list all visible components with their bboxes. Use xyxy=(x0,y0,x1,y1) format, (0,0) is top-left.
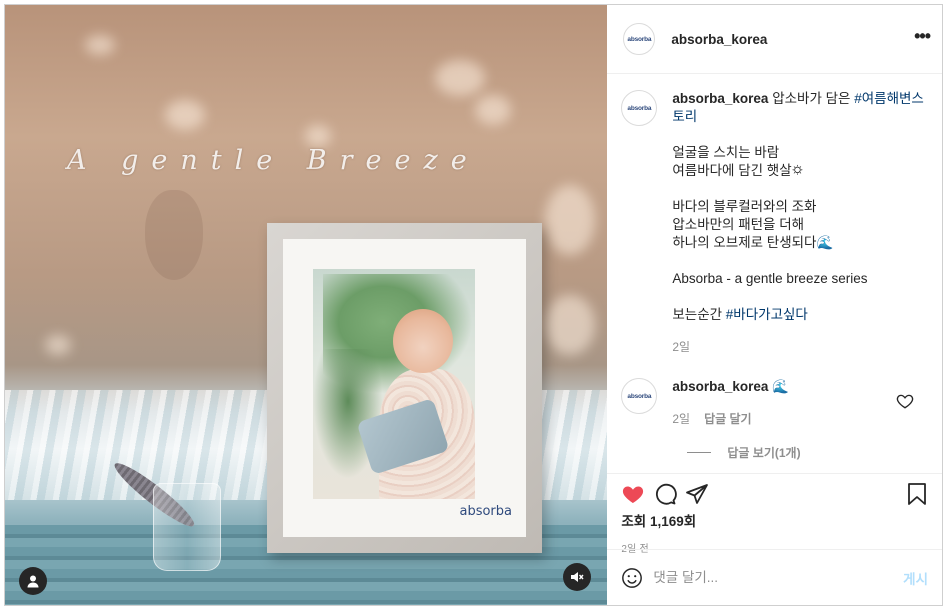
frame-mat: absorba xyxy=(283,239,526,537)
mute-icon xyxy=(571,572,584,582)
sand-highlight xyxy=(475,95,511,125)
caption-line: 보는순간 xyxy=(672,307,726,322)
caption-line: 얼굴을 스치는 바람 xyxy=(672,145,780,160)
photo-frame: absorba xyxy=(267,223,542,553)
view-replies-button[interactable]: 답글 보기(1개) xyxy=(687,444,928,461)
sand-highlight xyxy=(305,125,331,147)
footprint xyxy=(145,190,203,280)
emoji-icon[interactable] xyxy=(621,567,643,589)
heart-icon[interactable] xyxy=(621,482,645,506)
post-actions: 조회 1,169회 2일 전 xyxy=(607,473,942,555)
mute-button[interactable] xyxy=(563,563,591,591)
framed-photo xyxy=(313,269,475,499)
post-panel: absorba absorba_korea ••• absorba absorb… xyxy=(607,5,942,605)
tagged-users-button[interactable] xyxy=(19,567,47,595)
caption: absorba absorba_korea 압소바가 담은 #여름해변스토리 얼… xyxy=(621,90,928,356)
caption-line: 여름바다에 담긴 햇살🌣 xyxy=(672,163,804,178)
view-replies-label: 답글 보기(1개) xyxy=(727,446,801,460)
avatar-logo: absorba xyxy=(627,104,652,112)
comment-item: absorba absorba_korea 🌊 2일 답글 달기 xyxy=(621,378,928,428)
user-icon xyxy=(27,575,39,588)
comment-icon[interactable] xyxy=(653,482,678,506)
post-comment-button[interactable]: 게시 xyxy=(903,568,928,588)
child-head xyxy=(393,309,453,373)
comment-body: absorba_korea 🌊 2일 답글 달기 xyxy=(672,378,928,428)
frame-brand-logo: absorba xyxy=(459,504,512,519)
comment-time[interactable]: 2일 xyxy=(672,410,690,428)
heart-icon[interactable] xyxy=(896,392,914,410)
comment-composer: 게시 xyxy=(607,549,942,605)
hashtag-link[interactable]: #바다가고싶다 xyxy=(726,307,808,322)
action-icons xyxy=(621,480,928,508)
caption-line: 바다의 블루컬러와의 조화 xyxy=(672,199,817,214)
share-icon[interactable] xyxy=(685,482,709,506)
view-count[interactable]: 조회 1,169회 xyxy=(621,510,928,530)
caption-text: 압소바가 담은 xyxy=(772,91,855,106)
comment-text: 🌊 xyxy=(772,379,789,394)
header-username[interactable]: absorba_korea xyxy=(671,32,914,47)
glass-vase xyxy=(153,483,221,571)
sand-highlight xyxy=(435,60,485,96)
media-headline: A gentle Breeze xyxy=(67,145,480,176)
post-header: absorba absorba_korea ••• xyxy=(607,5,942,74)
caption-line: Absorba - a gentle breeze series xyxy=(672,271,868,286)
caption-username[interactable]: absorba_korea xyxy=(672,91,768,106)
caption-paragraph: 얼굴을 스치는 바람 여름바다에 담긴 햇살🌣 xyxy=(672,144,928,180)
reply-button[interactable]: 답글 달기 xyxy=(704,410,752,428)
caption-time[interactable]: 2일 xyxy=(672,338,928,356)
caption-paragraph: 바다의 블루컬러와의 조화 압소바만의 패턴을 더해 하나의 오브제로 탄생되다… xyxy=(672,198,928,252)
caption-body: absorba_korea 압소바가 담은 #여름해변스토리 얼굴을 스치는 바… xyxy=(672,90,928,356)
caption-paragraph: 보는순간 #바다가고싶다 xyxy=(672,306,928,324)
sand-highlight xyxy=(545,295,595,355)
comment-input[interactable] xyxy=(653,570,904,585)
bookmark-icon[interactable] xyxy=(906,482,928,506)
comment-meta: 2일 답글 달기 xyxy=(672,410,928,428)
sand-highlight xyxy=(45,335,71,355)
comment-username[interactable]: absorba_korea xyxy=(672,379,768,394)
avatar-logo: absorba xyxy=(627,35,652,43)
comments-section: absorba absorba_korea 압소바가 담은 #여름해변스토리 얼… xyxy=(607,74,942,473)
sand-highlight xyxy=(85,35,115,55)
sand-highlight xyxy=(165,100,205,130)
sand-highlight xyxy=(545,185,595,255)
post-modal: A gentle Breeze absorba absorba absorba_… xyxy=(4,4,943,606)
divider xyxy=(687,452,712,453)
account-avatar[interactable]: absorba xyxy=(623,23,656,55)
more-icon[interactable]: ••• xyxy=(914,27,931,51)
comment-avatar[interactable]: absorba xyxy=(621,378,658,414)
post-media[interactable]: A gentle Breeze absorba xyxy=(5,5,608,605)
caption-line: 하나의 오브제로 탄생되다🌊 xyxy=(672,235,834,250)
caption-line: 압소바만의 패턴을 더해 xyxy=(672,217,805,232)
avatar-logo: absorba xyxy=(627,392,652,400)
caption-avatar[interactable]: absorba xyxy=(621,90,658,126)
